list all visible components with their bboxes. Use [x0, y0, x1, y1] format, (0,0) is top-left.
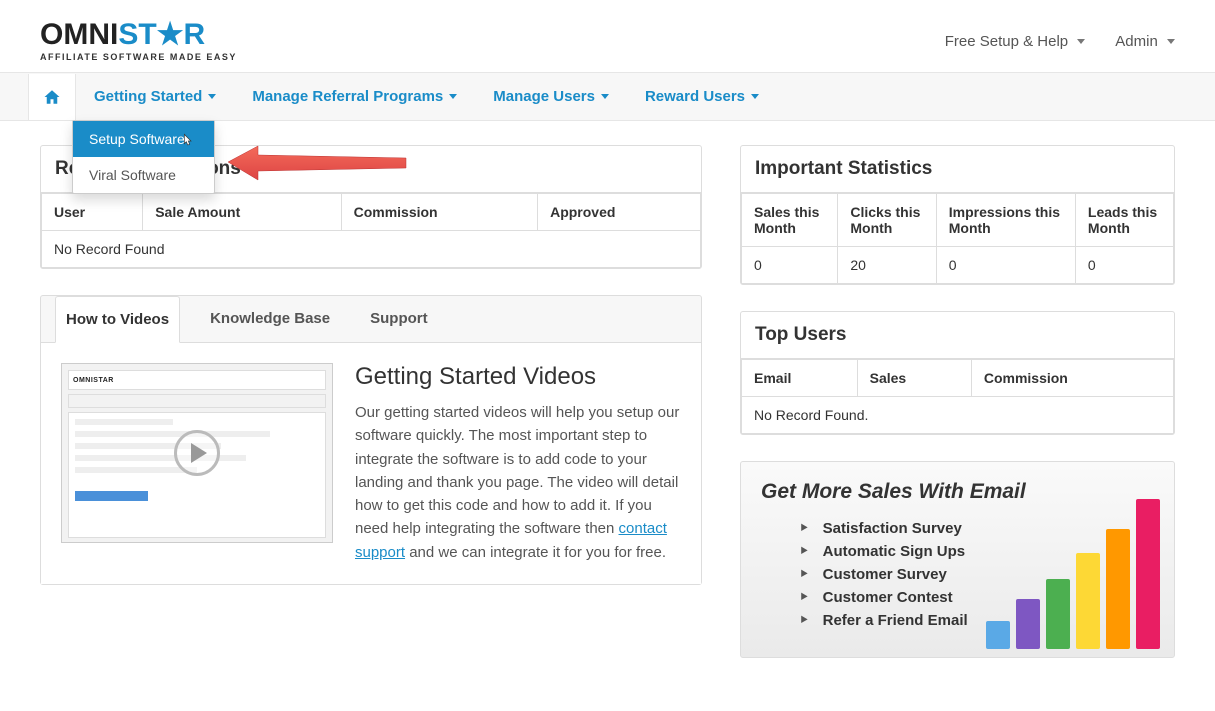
arrow-right-icon: ⯈ [799, 613, 809, 628]
logo-text-omni: OMNI [40, 18, 118, 51]
dropdown-setup-software-label: Setup Software [89, 131, 185, 147]
caret-down-icon [208, 94, 216, 99]
logo[interactable]: OMNIST★R AFFILIATE SOFTWARE MADE EASY [40, 20, 237, 62]
tab-knowledge-base[interactable]: Knowledge Base [200, 296, 340, 342]
tab-support[interactable]: Support [360, 296, 438, 342]
nav-home[interactable] [28, 74, 76, 120]
stat-leads-value: 0 [1075, 247, 1173, 284]
col-approved: Approved [538, 194, 701, 231]
nav-manage-programs-label: Manage Referral Programs [252, 88, 443, 105]
caret-down-icon [751, 94, 759, 99]
col-sale-amount: Sale Amount [143, 194, 341, 231]
col-email: Email [742, 360, 858, 397]
dropdown-item-viral-software[interactable]: Viral Software [73, 157, 214, 193]
getting-started-dropdown: Setup Software Viral Software [72, 120, 215, 194]
important-statistics-panel: Important Statistics Sales this Month Cl… [740, 145, 1175, 285]
video-thumbnail[interactable]: OMNISTAR [61, 363, 333, 543]
arrow-right-icon: ⯈ [799, 544, 809, 559]
nav-manage-referral-programs[interactable]: Manage Referral Programs [234, 73, 475, 120]
logo-text-star: ST★R [118, 18, 205, 51]
home-icon [43, 88, 61, 106]
bar-chart-graphic [986, 499, 1160, 649]
video-section-body: Our getting started videos will help you… [355, 401, 681, 564]
caret-down-icon [601, 94, 609, 99]
nav-reward-users[interactable]: Reward Users [627, 73, 777, 120]
video-section-heading: Getting Started Videos [355, 363, 681, 391]
top-users-table: Email Sales Commission No Record Found. [741, 359, 1174, 434]
logo-tagline: AFFILIATE SOFTWARE MADE EASY [40, 52, 237, 62]
free-setup-help-label: Free Setup & Help [945, 33, 1068, 50]
main-nav: Getting Started Manage Referral Programs… [0, 72, 1215, 121]
caret-down-icon [1077, 39, 1085, 44]
stat-impressions-label: Impressions this Month [936, 194, 1075, 247]
play-icon [174, 430, 220, 476]
arrow-right-icon: ⯈ [799, 521, 809, 536]
arrow-right-icon: ⯈ [799, 567, 809, 582]
stat-clicks-value: 20 [838, 247, 936, 284]
top-users-panel: Top Users Email Sales Commission No Reco… [740, 311, 1175, 435]
free-setup-help-menu[interactable]: Free Setup & Help [945, 33, 1086, 50]
arrow-right-icon: ⯈ [799, 590, 809, 605]
stat-leads-label: Leads this Month [1075, 194, 1173, 247]
caret-down-icon [1167, 39, 1175, 44]
cursor-pointer-icon [180, 133, 194, 149]
help-tabs-panel: How to Videos Knowledge Base Support OMN… [40, 295, 702, 585]
nav-manage-users-label: Manage Users [493, 88, 595, 105]
admin-label: Admin [1115, 33, 1158, 50]
nav-reward-users-label: Reward Users [645, 88, 745, 105]
col-commission: Commission [971, 360, 1173, 397]
top-users-title: Top Users [741, 312, 1174, 359]
statistics-table: Sales this Month Clicks this Month Impre… [741, 193, 1174, 284]
stat-sales-value: 0 [742, 247, 838, 284]
tab-how-to-videos[interactable]: How to Videos [55, 296, 180, 343]
nav-getting-started[interactable]: Getting Started [76, 73, 234, 120]
dropdown-item-setup-software[interactable]: Setup Software [73, 121, 214, 157]
nav-getting-started-label: Getting Started [94, 88, 202, 105]
table-row: No Record Found [42, 231, 701, 268]
col-user: User [42, 194, 143, 231]
important-statistics-title: Important Statistics [741, 146, 1174, 193]
empty-message: No Record Found. [742, 397, 1174, 434]
col-commission: Commission [341, 194, 538, 231]
annotation-arrow-icon [228, 144, 408, 184]
stat-sales-label: Sales this Month [742, 194, 838, 247]
recent-transactions-table: User Sale Amount Commission Approved No … [41, 193, 701, 268]
stat-clicks-label: Clicks this Month [838, 194, 936, 247]
page-header: OMNIST★R AFFILIATE SOFTWARE MADE EASY Fr… [0, 0, 1215, 72]
admin-menu[interactable]: Admin [1115, 33, 1175, 50]
caret-down-icon [449, 94, 457, 99]
empty-message: No Record Found [42, 231, 701, 268]
nav-manage-users[interactable]: Manage Users [475, 73, 627, 120]
table-header-row: User Sale Amount Commission Approved [42, 194, 701, 231]
email-promo-panel[interactable]: Get More Sales With Email ⯈Satisfaction … [740, 461, 1175, 658]
dropdown-viral-software-label: Viral Software [89, 167, 176, 183]
col-sales: Sales [857, 360, 971, 397]
stat-impressions-value: 0 [936, 247, 1075, 284]
